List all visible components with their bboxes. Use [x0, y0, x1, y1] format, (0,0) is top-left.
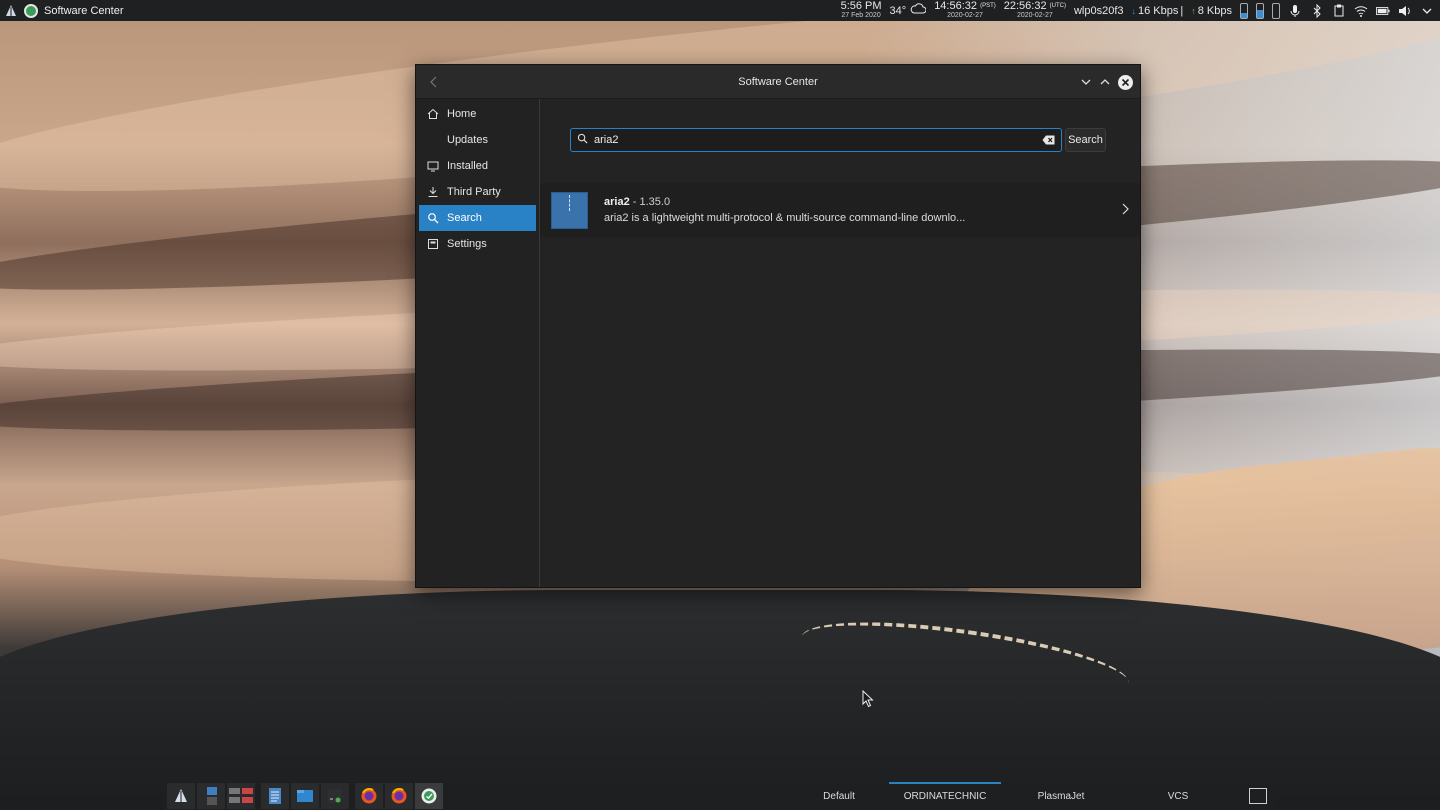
search-icon [427, 212, 439, 224]
search-input[interactable] [594, 134, 1035, 146]
wifi-icon[interactable] [1354, 4, 1368, 18]
activity-ordinatechnic[interactable]: ORDINATECHNIC [889, 782, 1001, 810]
clipboard-icon[interactable] [1332, 4, 1346, 18]
search-field[interactable] [570, 128, 1062, 152]
upload-arrow-icon: ↑ [1191, 5, 1196, 16]
memory-meter-icon[interactable] [1256, 2, 1264, 19]
show-desktop-icon[interactable] [1249, 788, 1267, 804]
world-clock-pst[interactable]: 14:56:32 (PST) 2020-02-27 [934, 0, 996, 21]
firefox-icon[interactable] [385, 783, 413, 809]
clear-search-icon[interactable] [1041, 134, 1055, 146]
sidebar-item-settings[interactable]: Settings [419, 231, 536, 257]
package-description: aria2 is a lightweight multi-protocol & … [604, 212, 966, 224]
sidebar-item-label: Installed [447, 160, 488, 172]
rate-separator: | [1180, 4, 1184, 17]
maximize-button[interactable] [1097, 74, 1113, 90]
sidebar-item-label: Third Party [447, 186, 501, 198]
package-archive-icon [551, 191, 588, 229]
software-center-window: Software Center Home Updates Installed T… [415, 64, 1141, 588]
network-interface-name: wlp0s20f3 [1073, 4, 1124, 17]
updates-icon [427, 134, 439, 146]
bluetooth-icon[interactable] [1310, 3, 1324, 18]
digital-clock[interactable]: 5:56 PM 27 Feb 2020 [840, 0, 882, 21]
workspaces-icon[interactable] [227, 783, 255, 809]
application-launcher-icon[interactable] [167, 783, 195, 809]
kde-launcher-icon[interactable] [4, 4, 18, 18]
sidebar-item-home[interactable]: Home [419, 101, 536, 127]
swap-meter-icon[interactable] [1272, 2, 1280, 19]
download-icon [427, 186, 439, 198]
sidebar-item-installed[interactable]: Installed [419, 153, 536, 179]
terminal-icon[interactable] [321, 783, 349, 809]
activity-plasmajet[interactable]: PlasmaJet [1001, 782, 1121, 810]
pager-icon[interactable] [197, 783, 225, 809]
file-manager-icon[interactable] [291, 783, 319, 809]
cpu-meter-icon[interactable] [1240, 2, 1248, 19]
activity-switcher: Default ORDINATECHNIC PlasmaJet VCS [789, 782, 1275, 810]
search-results-list: aria2 - 1.35.0 aria2 is a lightweight mu… [540, 183, 1140, 237]
settings-icon [427, 238, 439, 250]
taskbar: Default ORDINATECHNIC PlasmaJet VCS [165, 782, 1275, 810]
home-icon [427, 108, 439, 120]
main-content: Search aria2 - 1.35.0 aria2 is a lightwe… [540, 99, 1140, 587]
text-editor-icon[interactable] [261, 783, 289, 809]
activity-default[interactable]: Default [789, 782, 889, 810]
search-bar: Search [570, 128, 1106, 154]
weather-widget[interactable]: 34° [890, 3, 927, 18]
sidebar-item-label: Home [447, 108, 477, 120]
pst-label: (PST) [980, 2, 996, 9]
list-item[interactable]: aria2 - 1.35.0 aria2 is a lightweight mu… [540, 183, 1140, 237]
package-name: aria2 [604, 196, 630, 208]
back-button[interactable] [426, 74, 442, 90]
sidebar: Home Updates Installed Third Party Searc… [416, 99, 540, 587]
sidebar-item-updates[interactable]: Updates [419, 127, 536, 153]
cloud-icon [910, 3, 927, 18]
active-window-title: Software Center [44, 4, 124, 17]
utc-date: 2020-02-27 [1016, 11, 1053, 19]
upload-rate-value: 8 Kbps [1197, 4, 1232, 17]
sidebar-item-search[interactable]: Search [419, 205, 536, 231]
close-button[interactable] [1118, 75, 1133, 90]
utc-label: (UTC) [1049, 2, 1066, 9]
sidebar-item-label: Settings [447, 238, 487, 250]
activity-vcs[interactable]: VCS [1121, 782, 1235, 810]
minimize-button[interactable] [1078, 74, 1094, 90]
battery-icon[interactable] [1376, 4, 1390, 18]
package-version: 1.35.0 [639, 196, 671, 208]
window-title: Software Center [738, 75, 818, 88]
clock-time: 5:56 PM [840, 0, 882, 12]
volume-icon[interactable] [1398, 4, 1412, 18]
download-rate-value: 16 Kbps [1138, 4, 1179, 17]
clock-date: 27 Feb 2020 [841, 11, 881, 19]
download-arrow-icon: ↓ [1131, 5, 1137, 16]
monitor-icon [427, 160, 439, 172]
search-button[interactable]: Search [1065, 128, 1106, 152]
tray-expand-icon[interactable] [1420, 4, 1434, 18]
sidebar-item-label: Updates [447, 134, 488, 146]
upload-rate: ↑ 8 Kbps [1191, 5, 1232, 17]
window-titlebar[interactable]: Software Center [416, 65, 1140, 99]
temperature: 34° [889, 4, 907, 17]
software-center-app-icon [24, 3, 38, 18]
firefox-icon[interactable] [355, 783, 383, 809]
mouse-cursor-icon [862, 689, 874, 708]
microphone-icon[interactable] [1288, 4, 1302, 18]
search-icon [577, 131, 588, 149]
download-rate: ↓ 16 Kbps | [1132, 5, 1184, 17]
sidebar-item-label: Search [447, 212, 482, 224]
software-center-task-icon[interactable] [415, 783, 443, 809]
sidebar-item-third-party[interactable]: Third Party [419, 179, 536, 205]
world-clock-utc[interactable]: 22:56:32 (UTC) 2020-02-27 [1004, 0, 1066, 21]
chevron-right-icon[interactable] [1119, 202, 1131, 216]
pst-date: 2020-02-27 [947, 11, 983, 19]
top-panel: Software Center 5:56 PM 27 Feb 2020 34° … [0, 0, 1440, 21]
